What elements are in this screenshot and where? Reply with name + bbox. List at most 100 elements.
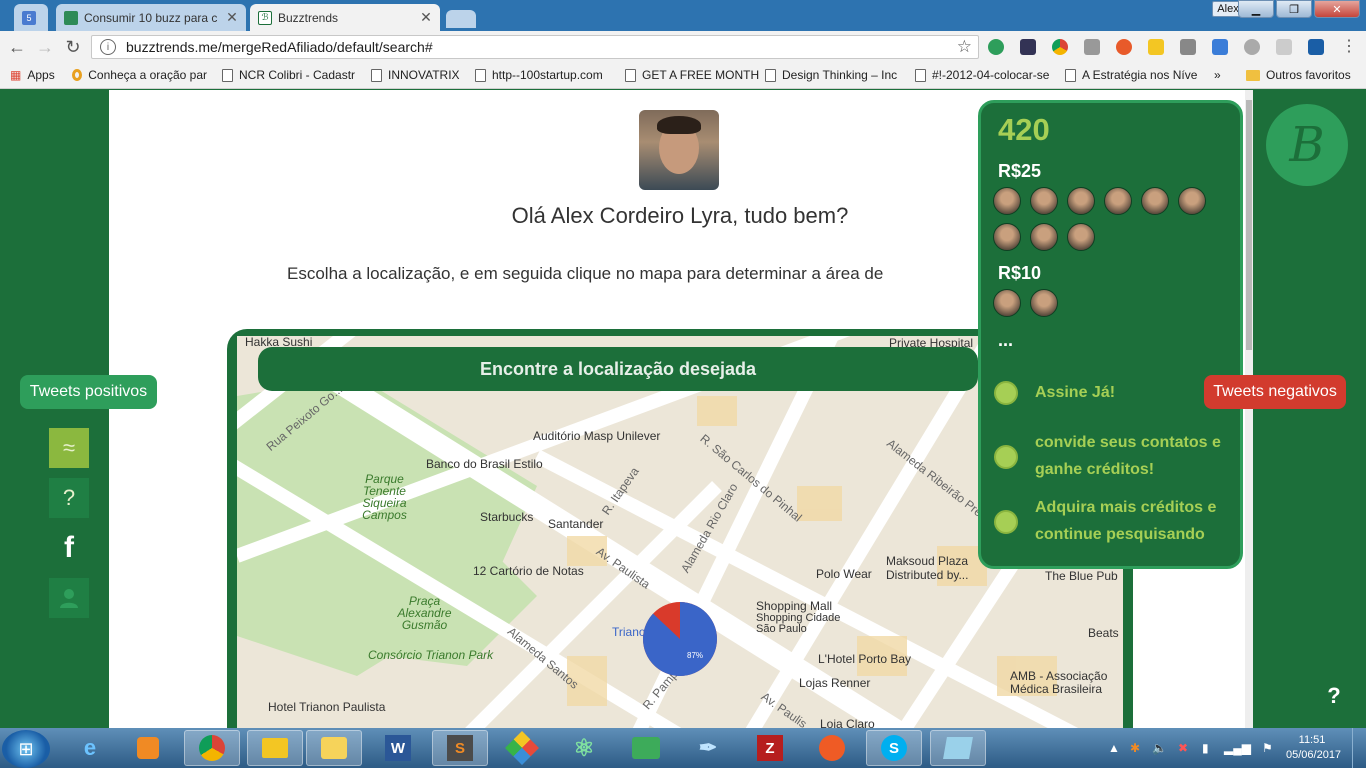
taskbar-gitter[interactable] [618,730,674,766]
page-icon [371,68,382,82]
map-place: The Blue Pub [1045,569,1118,583]
tab-gmail[interactable]: 5 [14,4,48,31]
bookmark-item[interactable]: http--100startup.com [475,68,610,82]
page-icon [475,68,486,82]
bookmark-item[interactable]: NCR Colibri - Cadastr [222,68,357,82]
contact-avatar [993,187,1021,215]
tray-expand-icon[interactable]: ▲ [1108,741,1120,755]
bookmark-item[interactable]: INNOVATRIX [371,68,460,82]
contact-avatar [1178,187,1206,215]
close-icon[interactable]: ✕ [224,9,240,26]
extension-icon[interactable] [1084,39,1100,55]
bookmark-item[interactable]: Design Thinking – Inc [765,68,900,82]
extension-icon[interactable] [1244,39,1260,55]
scrollbar-thumb[interactable] [1246,100,1252,350]
facebook-icon[interactable]: f [49,528,89,568]
menu-icon[interactable]: ⋮ [1338,36,1360,56]
tray-app-icon[interactable]: ✱ [1130,741,1140,755]
network-icon[interactable]: ✖ [1178,741,1188,755]
page-icon [625,68,636,82]
bookmark-apps[interactable]: ▦ Apps [10,68,55,82]
reload-icon[interactable]: ↻ [62,37,84,58]
bookmark-item[interactable]: GET A FREE MONTH [625,68,759,82]
taskbar-filezilla[interactable]: Z [742,730,798,766]
avatar [639,110,719,190]
extension-icon[interactable] [1116,39,1132,55]
tab-strip: 5 Consumir 10 buzz para c ✕ ℬ Buzztrends… [0,0,1366,31]
more-indicator: ... [998,330,1014,350]
extension-icon[interactable] [1148,39,1164,55]
contact-avatar [993,223,1021,251]
battery-icon[interactable]: ▮ [1202,741,1209,755]
taskbar-notes[interactable] [930,730,986,766]
start-button[interactable]: ⊞ [2,730,50,768]
bookmark-item[interactable]: A Estratégia nos Níve [1065,68,1200,82]
tray-flag-icon[interactable]: ⚑ [1262,741,1273,755]
back-icon[interactable]: ← [6,37,28,58]
bookmark-other[interactable]: Outros favoritos [1246,68,1351,82]
contact-avatar [1141,187,1169,215]
map-place: Médica Brasileira [1010,682,1103,696]
extension-icon[interactable] [1308,39,1324,55]
signal-icon[interactable]: ▂▄▆ [1224,741,1251,755]
trend-icon[interactable]: ≈ [49,428,89,468]
taskbar-atom[interactable]: ⚛ [556,730,612,766]
close-window-icon[interactable]: ✕ [1314,0,1360,18]
show-desktop-button[interactable] [1352,728,1366,768]
extension-icon[interactable] [1180,39,1196,55]
volume-icon[interactable]: 🔈 [1152,741,1167,755]
page-icon [1065,68,1076,82]
taskbar-git[interactable] [494,730,550,766]
bookmark-star-icon[interactable]: ☆ [957,37,972,57]
extension-icon[interactable] [1212,39,1228,55]
tier-label: R$25 [998,161,1042,181]
new-tab-button[interactable] [446,10,476,28]
taskbar-outlook[interactable] [306,730,362,766]
bookmarks-overflow-button[interactable]: » [1214,68,1221,82]
minimize-icon[interactable]: ▁ [1238,0,1274,18]
instruction-text: Escolha a localização, e em seguida cliq… [287,264,884,283]
map-banner: Encontre a localização desejada [258,347,978,391]
bookmark-item[interactable]: #!-2012-04-colocar-se [915,68,1053,82]
folder-icon [1246,69,1260,81]
extension-icon[interactable] [1020,39,1036,55]
map-place: 12 Cartório de Notas [473,564,584,578]
close-icon[interactable]: ✕ [418,9,434,26]
map-place: São Paulo [756,623,807,635]
taskbar-postman[interactable] [804,730,860,766]
taskbar-scribe[interactable]: ✒ [680,730,736,766]
tab-buzztrends[interactable]: ℬ Buzztrends ✕ [250,4,440,31]
taskbar-chrome[interactable] [184,730,240,766]
window-controls: ▁ ❐ ✕ [1238,0,1360,18]
taskbar-sublime[interactable]: S [432,730,488,766]
buzztrends-logo[interactable]: B [1266,104,1348,186]
taskbar-media-player[interactable] [120,730,176,766]
taskbar-skype[interactable]: S [866,730,922,766]
chrome-ext-icon[interactable] [1052,39,1068,55]
help-question-icon[interactable]: ? [49,478,89,518]
buzztrends-icon: ℬ [258,10,272,25]
sentiment-pie[interactable]: 87% [641,600,719,678]
map-place: L'Hotel Porto Bay [818,652,912,666]
info-icon[interactable]: i [100,39,116,55]
buy-credits-link[interactable]: Adquira mais créditos e continue pesquis… [1035,494,1240,548]
forward-icon[interactable]: → [34,37,56,58]
clock[interactable]: 11:51 05/06/2017 [1286,733,1341,763]
extension-icon[interactable] [988,39,1004,55]
taskbar-ie[interactable]: e [62,730,118,766]
contact-avatar [1067,223,1095,251]
tweets-positive-button[interactable]: Tweets positivos [20,375,157,409]
address-bar[interactable]: i buzztrends.me/mergeRedAfiliado/default… [91,35,979,59]
person-icon[interactable] [49,578,89,618]
extension-icon[interactable] [1276,39,1292,55]
tweets-negative-button[interactable]: Tweets negativos [1204,375,1346,409]
bookmark-item[interactable]: Conheça a oração par [72,68,207,82]
invite-contacts-link[interactable]: convide seus contatos e ganhe créditos! [1035,429,1240,483]
taskbar-word[interactable]: W [370,730,426,766]
map-place: Hotel Trianon Paulista [268,700,386,714]
tab-consumir[interactable]: Consumir 10 buzz para c ✕ [56,4,246,31]
help-button[interactable]: ? [1318,680,1350,712]
map-park: Praça Alexandre Gusmão [397,594,452,632]
maximize-icon[interactable]: ❐ [1276,0,1312,18]
taskbar-explorer[interactable] [247,730,303,766]
